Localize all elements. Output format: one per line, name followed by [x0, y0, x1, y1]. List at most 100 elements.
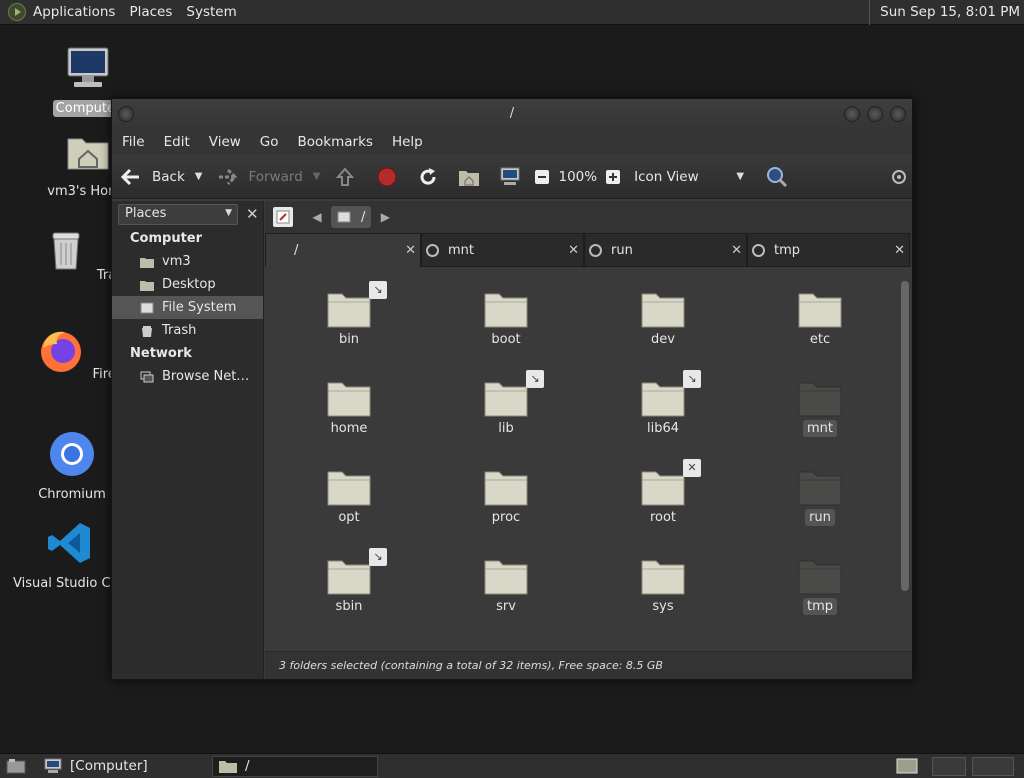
- path-scroll-right-icon[interactable]: ▶: [375, 207, 395, 227]
- window-title: /: [509, 106, 515, 121]
- applications-menu[interactable]: Applications: [33, 4, 115, 20]
- folder-name: etc: [809, 332, 831, 347]
- folder-name: tmp: [802, 598, 837, 615]
- no-access-emblem-icon: ✕: [683, 459, 701, 477]
- network-icon: [140, 371, 154, 382]
- zoom-in-icon[interactable]: [602, 166, 624, 188]
- sidebar-item-vm3[interactable]: vm3: [112, 250, 263, 273]
- home-icon[interactable]: [458, 166, 480, 188]
- activity-spinner-icon: [888, 166, 910, 188]
- folder-item[interactable]: lib64 ↘: [608, 370, 718, 437]
- search-icon[interactable]: [766, 166, 788, 188]
- sidebar-item-trash[interactable]: Trash: [112, 319, 263, 342]
- folder-item[interactable]: proc: [451, 467, 561, 526]
- computer-icon[interactable]: [499, 166, 521, 188]
- sidebar-item-browse-network[interactable]: Browse Net…: [112, 365, 263, 388]
- menu-edit[interactable]: Edit: [164, 134, 190, 150]
- tab-loading-icon: [589, 244, 602, 257]
- view-mode-select[interactable]: Icon View ▼: [634, 162, 744, 192]
- path-scroll-left-icon[interactable]: ◀: [307, 207, 327, 227]
- taskbar-item-root-folder[interactable]: /: [212, 755, 378, 777]
- workspace-2[interactable]: [932, 757, 966, 776]
- desktop-folder-icon: [140, 280, 154, 291]
- tab-mnt[interactable]: mnt ✕: [421, 233, 584, 267]
- minimize-button[interactable]: [844, 106, 860, 122]
- places-menu[interactable]: Places: [129, 4, 172, 20]
- menu-help[interactable]: Help: [392, 134, 423, 150]
- show-desktop-icon[interactable]: [0, 756, 32, 777]
- folder-item[interactable]: run: [765, 467, 875, 526]
- tab-loading-icon: [426, 244, 439, 257]
- menu-go[interactable]: Go: [260, 134, 279, 150]
- zoom-out-icon[interactable]: [531, 166, 553, 188]
- close-tab-icon[interactable]: ✕: [405, 243, 416, 258]
- stop-icon[interactable]: [376, 166, 398, 188]
- symlink-emblem-icon: ↘: [526, 370, 544, 388]
- folder-item[interactable]: sbin ↘: [294, 548, 404, 615]
- folder-item[interactable]: root ✕: [608, 459, 718, 526]
- symlink-emblem-icon: ↘: [683, 370, 701, 388]
- menu-view[interactable]: View: [209, 134, 241, 150]
- edit-location-icon[interactable]: [273, 207, 293, 227]
- sidebar-item-desktop[interactable]: Desktop: [112, 273, 263, 296]
- folder-item[interactable]: home: [294, 378, 404, 437]
- sidebar-type-select[interactable]: Places: [118, 203, 238, 225]
- tab-tmp[interactable]: tmp ✕: [747, 233, 910, 267]
- close-tab-icon[interactable]: ✕: [731, 243, 742, 258]
- folder-item[interactable]: tmp: [765, 556, 875, 615]
- close-tab-icon[interactable]: ✕: [568, 243, 579, 258]
- close-window-button[interactable]: [890, 106, 906, 122]
- sidebar-item-file-system[interactable]: File System: [112, 296, 263, 319]
- main-pane: ◀ / ▶ / ✕ mnt ✕ run ✕ tmp ✕ bin ↘ boot d…: [265, 201, 912, 679]
- reload-icon[interactable]: [417, 166, 439, 188]
- folder-item[interactable]: srv: [451, 556, 561, 615]
- folder-item[interactable]: boot: [451, 289, 561, 348]
- zoom-level: 100%: [558, 168, 598, 185]
- bottom-panel: [Computer] /: [0, 753, 1024, 778]
- vscode-icon: [48, 523, 90, 563]
- folder-item[interactable]: mnt: [765, 378, 875, 437]
- folder-name: boot: [491, 332, 521, 347]
- menu-file[interactable]: File: [122, 134, 145, 150]
- location-bar: ◀ / ▶: [265, 201, 912, 233]
- workspace-3[interactable]: [972, 757, 1014, 776]
- folder-icon: [798, 471, 842, 506]
- folder-icon-view[interactable]: bin ↘ boot dev etc home lib ↘ lib64 ↘ mnt opt proc ro…: [265, 267, 912, 651]
- folder-item[interactable]: bin ↘: [294, 281, 404, 348]
- close-tab-icon[interactable]: ✕: [894, 243, 905, 258]
- window-titlebar[interactable]: /: [112, 99, 912, 129]
- folder-item[interactable]: sys: [608, 556, 718, 615]
- system-menu[interactable]: System: [186, 4, 236, 20]
- back-button[interactable]: Back ▼: [120, 162, 202, 192]
- folder-name: proc: [491, 510, 521, 525]
- up-arrow-icon[interactable]: [334, 166, 356, 188]
- tab-root[interactable]: / ✕: [265, 233, 421, 267]
- sidebar-heading-network: Network: [130, 346, 192, 361]
- menu-bookmarks[interactable]: Bookmarks: [298, 134, 373, 150]
- applications-logo-icon[interactable]: [8, 3, 26, 21]
- folder-icon: [484, 471, 528, 506]
- folder-icon: [327, 293, 371, 328]
- folder-item[interactable]: opt: [294, 467, 404, 526]
- forward-history-dropdown-icon[interactable]: ▼: [313, 171, 321, 182]
- clock[interactable]: Sun Sep 15, 8:01 PM: [869, 0, 1020, 25]
- back-history-dropdown-icon[interactable]: ▼: [195, 171, 203, 182]
- vertical-scrollbar[interactable]: [900, 269, 910, 649]
- workspace-switcher-icon[interactable]: [890, 756, 924, 777]
- path-button-root[interactable]: /: [331, 206, 372, 228]
- folder-item[interactable]: dev: [608, 289, 718, 348]
- taskbar-item-computer[interactable]: [Computer]: [38, 756, 206, 777]
- file-manager-window[interactable]: / File Edit View Go Bookmarks Help Back …: [111, 98, 913, 680]
- path-root-label: /: [361, 209, 366, 225]
- folder-item[interactable]: etc: [765, 289, 875, 348]
- scrollbar-thumb[interactable]: [901, 281, 909, 591]
- forward-button[interactable]: Forward ▼: [216, 162, 320, 192]
- back-label: Back: [152, 168, 185, 185]
- close-sidebar-icon[interactable]: ✕: [246, 205, 259, 223]
- maximize-button[interactable]: [867, 106, 883, 122]
- tab-label: /: [294, 243, 299, 258]
- folder-item[interactable]: lib ↘: [451, 370, 561, 437]
- folder-icon: [798, 560, 842, 595]
- desktop-icon-label: Chromium: [38, 487, 106, 502]
- tab-run[interactable]: run ✕: [584, 233, 747, 267]
